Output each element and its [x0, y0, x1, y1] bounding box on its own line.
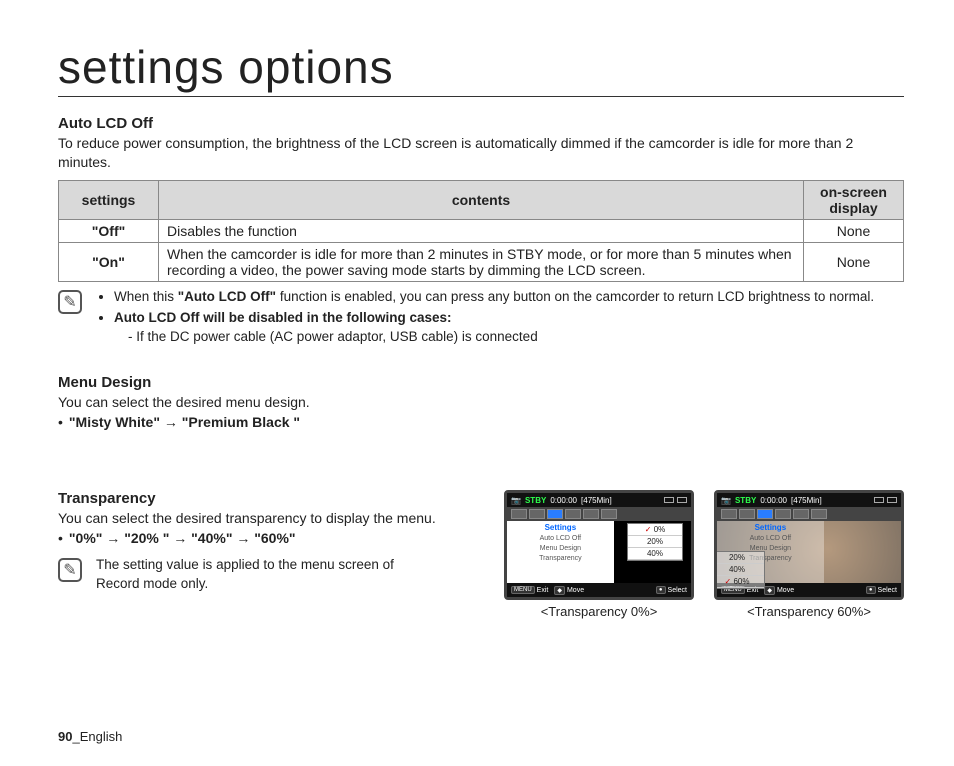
heading-auto-lcd-off: Auto LCD Off [58, 115, 904, 132]
lcd-popup: 0% 20% 40% [627, 523, 683, 561]
move-hint: ◆Move [554, 586, 584, 595]
exit-hint: MENUExit [511, 586, 548, 594]
timecode: 0:00:00 [760, 496, 787, 505]
remain-time: [475Min] [791, 496, 822, 505]
popup-item: 20% [628, 536, 682, 548]
option-text: "Misty White" → "Premium Black " [69, 414, 300, 430]
heading-menu-design: Menu Design [58, 374, 904, 391]
popup-item: 20% [714, 552, 764, 564]
cell-setting: "On" [59, 242, 159, 281]
page-footer: 90_English [58, 729, 122, 744]
transparency-note: The setting value is applied to the menu… [96, 556, 416, 594]
lcd-popup: 20% 40% 60% [714, 551, 765, 589]
heading-transparency: Transparency [58, 490, 484, 507]
battery-icon [874, 497, 897, 503]
cell-content: Disables the function [159, 219, 804, 242]
section-menu-design: Menu Design You can select the desired m… [58, 374, 904, 430]
stby-label: STBY [525, 496, 546, 505]
footer-lang: English [80, 729, 123, 744]
note-text: When this [114, 289, 178, 304]
note-icon: ✎ [58, 558, 82, 582]
note-icon: ✎ [58, 290, 82, 314]
section-transparency: Transparency You can select the desired … [58, 490, 904, 619]
auto-lcd-intro: To reduce power consumption, the brightn… [58, 134, 904, 172]
lcd-preview-60: 📷 STBY 0:00:00 [475Min] Settings Auto LC… [714, 490, 904, 600]
caption-left: <Transparency 0%> [504, 604, 694, 619]
table-row: "Off" Disables the function None [59, 219, 904, 242]
menu-item: Auto LCD Off [721, 534, 820, 544]
page-title: settings options [58, 40, 904, 97]
cell-osd: None [804, 219, 904, 242]
footer-sep: _ [72, 729, 79, 744]
popup-item: 0% [628, 524, 682, 536]
note-text: function is enabled, you can press any b… [276, 289, 874, 304]
popup-item: 60% [714, 576, 764, 588]
remain-time: [475Min] [581, 496, 612, 505]
auto-lcd-table: settings contents on-screen display "Off… [58, 180, 904, 282]
transparency-intro: You can select the desired transparency … [58, 509, 484, 528]
menu-header: Settings [511, 523, 610, 532]
auto-lcd-note: ✎ When this "Auto LCD Off" function is e… [58, 288, 904, 349]
th-contents: contents [159, 180, 804, 219]
screenshot-row: 📷 STBY 0:00:00 [475Min] Settings Auto LC… [504, 490, 904, 619]
lcd-tabs [507, 507, 691, 521]
select-hint: ●Select [866, 586, 897, 594]
note-bold: "Auto LCD Off" [178, 289, 276, 304]
menu-header: Settings [721, 523, 820, 532]
section-auto-lcd-off: Auto LCD Off To reduce power consumption… [58, 115, 904, 348]
cell-content: When the camcorder is idle for more than… [159, 242, 804, 281]
menu-item: Transparency [511, 554, 610, 564]
option-text: "0%" → "20% " → "40%" → "60%" [69, 530, 296, 546]
popup-item: 40% [628, 548, 682, 560]
transparency-options: "0%" → "20% " → "40%" → "60%" [58, 530, 484, 546]
page-number: 90 [58, 729, 72, 744]
caption-right: <Transparency 60%> [714, 604, 904, 619]
menu-design-intro: You can select the desired menu design. [58, 393, 904, 412]
lcd-tabs [717, 507, 901, 521]
stby-label: STBY [735, 496, 756, 505]
lcd-menu: Settings Auto LCD Off Menu Design Transp… [507, 521, 614, 583]
select-hint: ●Select [656, 586, 687, 594]
timecode: 0:00:00 [550, 496, 577, 505]
menu-design-options: "Misty White" → "Premium Black " [58, 414, 904, 430]
battery-icon [664, 497, 687, 503]
move-hint: ◆Move [764, 586, 794, 595]
camera-icon: 📷 [721, 496, 731, 505]
camera-icon: 📷 [511, 496, 521, 505]
menu-item: Menu Design [511, 544, 610, 554]
popup-item: 40% [714, 564, 764, 576]
th-settings: settings [59, 180, 159, 219]
cell-setting: "Off" [59, 219, 159, 242]
lcd-preview-0: 📷 STBY 0:00:00 [475Min] Settings Auto LC… [504, 490, 694, 600]
cell-osd: None [804, 242, 904, 281]
note-sub: - If the DC power cable (AC power adapto… [114, 328, 874, 347]
note-bold: Auto LCD Off will be disabled in the fol… [114, 310, 452, 325]
table-row: "On" When the camcorder is idle for more… [59, 242, 904, 281]
th-osd: on-screen display [804, 180, 904, 219]
note-line-1: When this "Auto LCD Off" function is ena… [114, 288, 874, 307]
menu-item: Auto LCD Off [511, 534, 610, 544]
note-line-2: Auto LCD Off will be disabled in the fol… [114, 309, 874, 347]
